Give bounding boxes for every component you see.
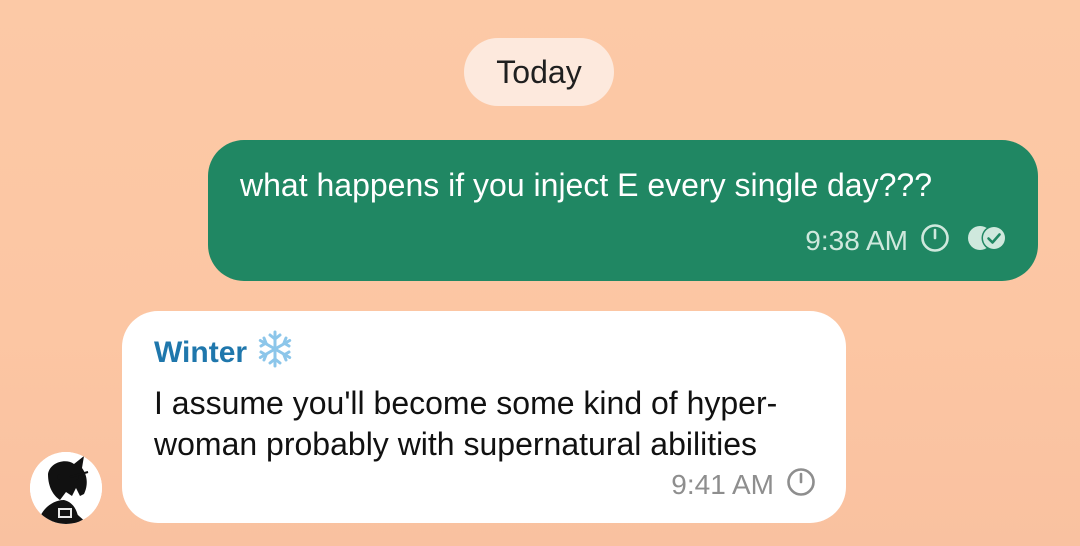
message-meta: 9:41 AM xyxy=(671,467,816,503)
avatar-image xyxy=(30,452,102,524)
message-meta: 9:38 AM xyxy=(805,223,1010,259)
read-receipt-icon xyxy=(964,223,1010,260)
chat-area[interactable]: Today what happens if you inject E every… xyxy=(0,0,1080,546)
date-separator-label: Today xyxy=(496,54,582,90)
outgoing-message-bubble[interactable]: what happens if you inject E every singl… xyxy=(208,140,1038,281)
clock-icon xyxy=(786,467,816,504)
message-text: I assume you'll become some kind of hype… xyxy=(154,385,778,462)
sender-avatar[interactable] xyxy=(30,452,102,524)
incoming-message-bubble[interactable]: Winter I assume you'll become some kind … xyxy=(122,311,846,523)
date-separator: Today xyxy=(464,38,614,106)
message-time: 9:41 AM xyxy=(671,469,774,500)
sender-header[interactable]: Winter xyxy=(154,330,295,373)
message-time: 9:38 AM xyxy=(805,225,908,256)
clock-icon xyxy=(920,223,950,260)
snowflake-icon xyxy=(255,329,295,377)
message-text: what happens if you inject E every singl… xyxy=(240,167,932,203)
sender-name[interactable]: Winter xyxy=(154,336,247,370)
